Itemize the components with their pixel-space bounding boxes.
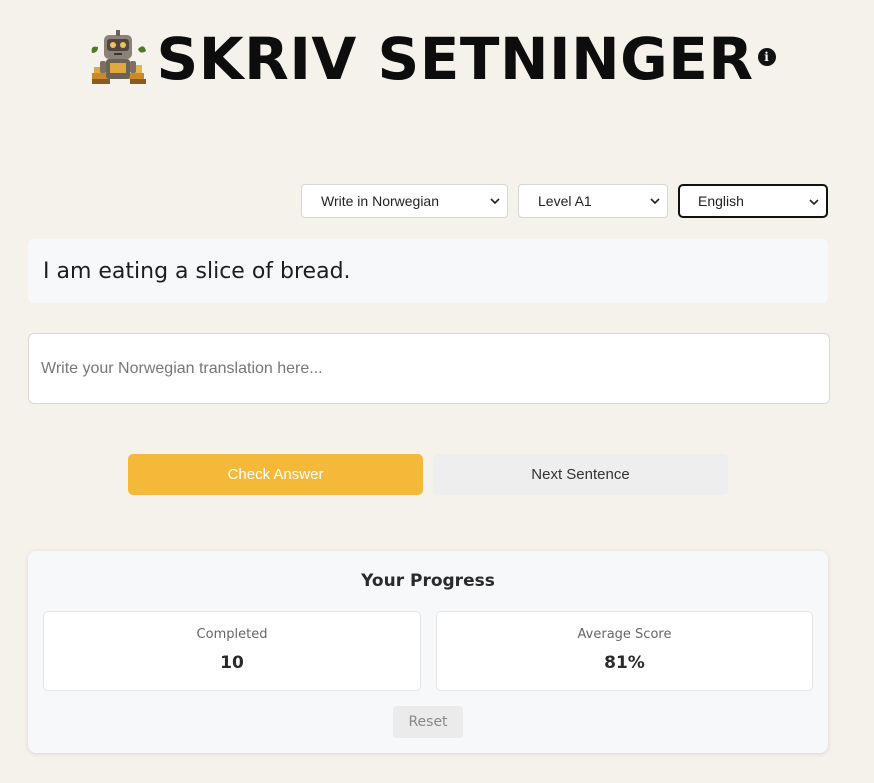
translation-input[interactable] (28, 333, 830, 404)
info-icon[interactable]: i (757, 48, 776, 66)
app-title: SKRIV SETNINGER (156, 25, 754, 93)
check-answer-button[interactable]: Check Answer (128, 454, 423, 495)
next-sentence-button[interactable]: Next Sentence (433, 454, 728, 495)
mode-select[interactable]: Write in Norwegian (301, 184, 508, 218)
progress-card: Your Progress Completed 10 Average Score… (28, 551, 828, 753)
chevron-down-icon (490, 198, 500, 205)
level-select[interactable]: Level A1 (518, 184, 668, 218)
settings-bar: Write in Norwegian Level A1 English (0, 184, 874, 218)
chevron-down-icon (809, 199, 819, 206)
prompt-sentence: I am eating a slice of bread. (28, 239, 828, 303)
average-score-value: 81% (604, 653, 645, 673)
reset-button[interactable]: Reset (393, 706, 463, 738)
level-select-value: Level A1 (538, 193, 592, 209)
completed-stat: Completed 10 (43, 611, 421, 691)
robot-mascot-icon (88, 29, 148, 89)
language-select-value: English (698, 193, 744, 209)
completed-label: Completed (196, 627, 268, 642)
app-header: SKRIV SETNINGER i (0, 24, 874, 94)
completed-value: 10 (220, 653, 244, 673)
average-score-label: Average Score (577, 627, 672, 642)
language-select[interactable]: English (678, 184, 828, 218)
mode-select-value: Write in Norwegian (321, 193, 440, 209)
chevron-down-icon (650, 198, 660, 205)
average-score-stat: Average Score 81% (436, 611, 813, 691)
progress-title: Your Progress (361, 571, 495, 591)
